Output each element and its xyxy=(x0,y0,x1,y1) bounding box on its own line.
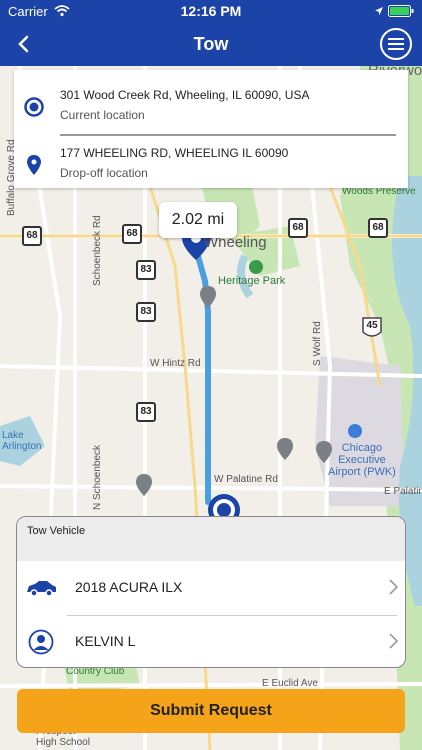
wifi-icon xyxy=(54,5,70,17)
map-label-s-wolf: S Wolf Rd xyxy=(312,321,323,366)
dropoff-address: 177 WHEELING RD, WHEELING IL 60090 xyxy=(60,146,289,160)
map-label-w-palatine: W Palatine Rd xyxy=(214,474,278,485)
vehicle-label: 2018 ACURA ILX xyxy=(75,579,183,595)
nav-bar: Tow xyxy=(0,22,422,66)
route-shield-83-b: 83 xyxy=(136,302,156,322)
submit-request-button[interactable]: Submit Request xyxy=(17,689,405,733)
panel-divider xyxy=(67,615,397,616)
battery-icon xyxy=(388,5,414,17)
menu-button[interactable] xyxy=(380,28,412,60)
battery-group xyxy=(374,5,414,17)
map-label-schoenbeck: Schoenbeck Rd xyxy=(92,215,103,286)
map-label-lake-arlington: Lake Arlington xyxy=(2,430,42,452)
route-shield-68-d: 68 xyxy=(368,218,388,238)
current-location-label: Current location xyxy=(60,108,145,122)
route-shield-83-a: 83 xyxy=(136,260,156,280)
chevron-right-icon xyxy=(389,579,399,595)
current-address: 301 Wood Creek Rd, Wheeling, IL 60090, U… xyxy=(60,88,310,102)
carrier-group: Carrier xyxy=(8,4,374,19)
current-location-icon xyxy=(24,97,44,117)
map-pin-icon xyxy=(27,155,41,175)
vehicle-row[interactable]: 2018 ACURA ILX xyxy=(17,563,405,613)
map-label-airport: Chicago Executive Airport (PWK) xyxy=(328,442,396,478)
chevron-right-icon xyxy=(389,633,399,649)
car-icon xyxy=(27,581,56,597)
route-shield-68-b: 68 xyxy=(122,224,142,244)
route-shield-68-c: 68 xyxy=(288,218,308,238)
location-card: 301 Wood Creek Rd, Wheeling, IL 60090, U… xyxy=(14,70,408,188)
panel-header: Tow Vehicle xyxy=(17,517,405,561)
tow-vehicle-panel: Tow Vehicle 2018 ACURA ILX KELVIN L xyxy=(16,516,406,668)
current-location-row[interactable]: 301 Wood Creek Rd, Wheeling, IL 60090, U… xyxy=(14,80,408,130)
dropoff-location-label: Drop-off location xyxy=(60,166,148,180)
submit-label: Submit Request xyxy=(150,702,272,719)
page-title: Tow xyxy=(193,34,229,54)
location-arrow-icon xyxy=(375,7,383,15)
map-label-e-palatine: E Palatine xyxy=(384,486,422,497)
driver-label: KELVIN L xyxy=(75,633,136,649)
driver-row[interactable]: KELVIN L xyxy=(17,617,405,667)
map-label-e-euclid: E Euclid Ave xyxy=(262,678,318,689)
map-label-heritage-park: Heritage Park xyxy=(218,275,286,287)
distance-bubble: 2.02 mi xyxy=(159,202,237,238)
distance-value: 2.02 mi xyxy=(171,211,225,228)
map-label-w-hintz: W Hintz Rd xyxy=(150,358,201,369)
carrier-label: Carrier xyxy=(8,3,48,19)
status-bar: Carrier 12:16 PM xyxy=(0,0,422,22)
route-shield-68-a: 68 xyxy=(22,226,42,246)
route-shield-45: 45 xyxy=(366,320,378,331)
hamburger-icon xyxy=(388,38,404,50)
user-avatar-icon xyxy=(28,629,54,655)
location-divider xyxy=(60,134,396,136)
map-label-n-schoenbeck: N Schoenbeck xyxy=(92,444,103,510)
dropoff-location-row[interactable]: 177 WHEELING RD, WHEELING IL 60090 Drop-… xyxy=(14,138,408,188)
route-shield-83-c: 83 xyxy=(136,402,156,422)
